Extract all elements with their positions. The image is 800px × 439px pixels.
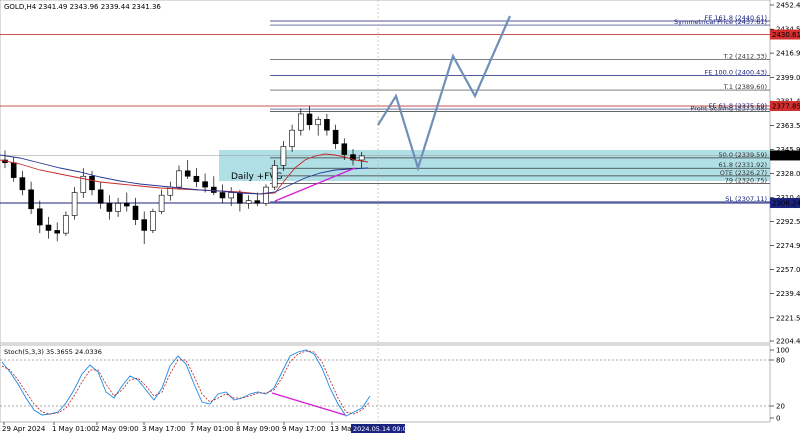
candle-body bbox=[289, 129, 295, 147]
fib-level-label: T.1 (2389.60) bbox=[723, 83, 767, 91]
candle-body bbox=[271, 165, 278, 188]
candle-body bbox=[202, 181, 208, 188]
fib-level-label: FE 100.0 (2400.43) bbox=[704, 68, 767, 76]
time-axis-label: 2 May 09:00 bbox=[95, 425, 139, 433]
price-axis-label: 2274.90 bbox=[776, 242, 800, 250]
price-axis-label: 2363.55 bbox=[776, 122, 800, 130]
candle-body bbox=[141, 219, 147, 231]
candle-body bbox=[124, 203, 130, 207]
time-axis-label: 8 May 09:00 bbox=[236, 425, 280, 433]
candle-body bbox=[158, 194, 165, 212]
candle-body bbox=[132, 205, 139, 220]
candle-body bbox=[237, 192, 243, 204]
price-tag: 2430.61 bbox=[772, 31, 800, 39]
candle-body bbox=[315, 119, 322, 126]
price-tag: 2341.36 bbox=[772, 152, 800, 160]
fib-level-label: 50.0 (2339.59) bbox=[719, 151, 768, 159]
candle-body bbox=[63, 215, 69, 234]
candle-body bbox=[150, 211, 156, 231]
candle-body bbox=[45, 224, 52, 231]
fib-level-label: 79 (2320.75) bbox=[725, 176, 767, 184]
candle-body bbox=[106, 203, 113, 212]
time-axis-label: 7 May 01:00 bbox=[190, 425, 234, 433]
candle-body bbox=[176, 170, 182, 188]
candle-body bbox=[54, 230, 61, 234]
price-axis: 2452.402434.552416.902399.052381.402363.… bbox=[770, 2, 800, 346]
candle-body bbox=[332, 129, 339, 145]
candle-body bbox=[228, 192, 234, 199]
candle-body bbox=[245, 200, 252, 204]
stoch-panel-frame[interactable] bbox=[0, 344, 771, 423]
candle-body bbox=[115, 203, 121, 212]
time-axis-label: 13 Ma bbox=[330, 425, 351, 433]
price-axis-label: 2221.55 bbox=[776, 314, 800, 322]
fvg-zone bbox=[219, 150, 770, 181]
time-axis-label: 1 May 01:00 bbox=[52, 425, 96, 433]
stoch-axis-label: 80 bbox=[776, 357, 785, 365]
time-axis-label: 3 May 17:00 bbox=[142, 425, 186, 433]
candle-body bbox=[19, 177, 26, 191]
candle-body bbox=[219, 192, 226, 199]
price-tag: 2377.85 bbox=[772, 103, 800, 111]
fib-level-label: Symmetrical Price (2437.61) bbox=[674, 18, 767, 26]
candle-body bbox=[358, 155, 365, 161]
price-axis-label: 2239.40 bbox=[776, 290, 800, 298]
candle-body bbox=[71, 192, 78, 216]
stoch-axis-label: 100 bbox=[776, 347, 789, 355]
candle-body bbox=[184, 170, 191, 177]
price-axis-label: 2452.40 bbox=[776, 2, 800, 10]
candle-body bbox=[97, 189, 104, 204]
candle-body bbox=[211, 186, 217, 193]
candle-body bbox=[10, 162, 17, 178]
price-tag: 2306.24 bbox=[772, 200, 800, 208]
candle-body bbox=[193, 175, 200, 182]
stoch-axis-label: 20 bbox=[776, 403, 785, 411]
candle-body bbox=[28, 189, 34, 210]
stoch-axis-label: 0 bbox=[776, 415, 780, 423]
time-highlight: 2024.05.14 09:00 bbox=[353, 425, 411, 433]
candle-body bbox=[297, 113, 304, 131]
price-axis-label: 2257.05 bbox=[776, 266, 800, 274]
stoch-header: Stoch(5,3,3) 35.3655 24.0336 bbox=[4, 348, 102, 356]
fib-level-label: Profit Scaling (2373.68) bbox=[690, 105, 767, 113]
price-axis-label: 2328.05 bbox=[776, 170, 800, 178]
time-axis-label: 29 Apr 2024 bbox=[2, 425, 46, 433]
chart-canvas[interactable]: Daily +FVG FE 161.8 (2440.61)Symmetrical… bbox=[0, 0, 800, 439]
fib-level-label: SL (2307.11) bbox=[725, 195, 767, 203]
candle-body bbox=[263, 186, 269, 204]
candle-body bbox=[254, 200, 261, 204]
symbol-header: GOLD,H4 2341.49 2343.96 2339.44 2341.36 bbox=[4, 3, 161, 11]
time-axis-label: 9 May 17:00 bbox=[282, 425, 326, 433]
price-axis-label: 2204.40 bbox=[776, 338, 800, 346]
candle-body bbox=[89, 175, 95, 191]
time-axis: 29 Apr 2024 1 May 01:00 2 May 09:00 3 May 1… bbox=[2, 422, 351, 433]
price-axis-label: 2416.90 bbox=[776, 50, 800, 58]
candle-body bbox=[341, 143, 348, 155]
fib-level-label: T.2 (2412.33) bbox=[723, 52, 767, 60]
price-axis-label: 2399.05 bbox=[776, 74, 800, 82]
candle-body bbox=[36, 208, 43, 226]
stoch-axis: 100 80 20 0 bbox=[770, 347, 789, 423]
candle-body bbox=[280, 146, 287, 166]
candle-body bbox=[306, 113, 313, 126]
candle-body bbox=[324, 119, 330, 131]
price-axis-label: 2292.55 bbox=[776, 218, 800, 226]
